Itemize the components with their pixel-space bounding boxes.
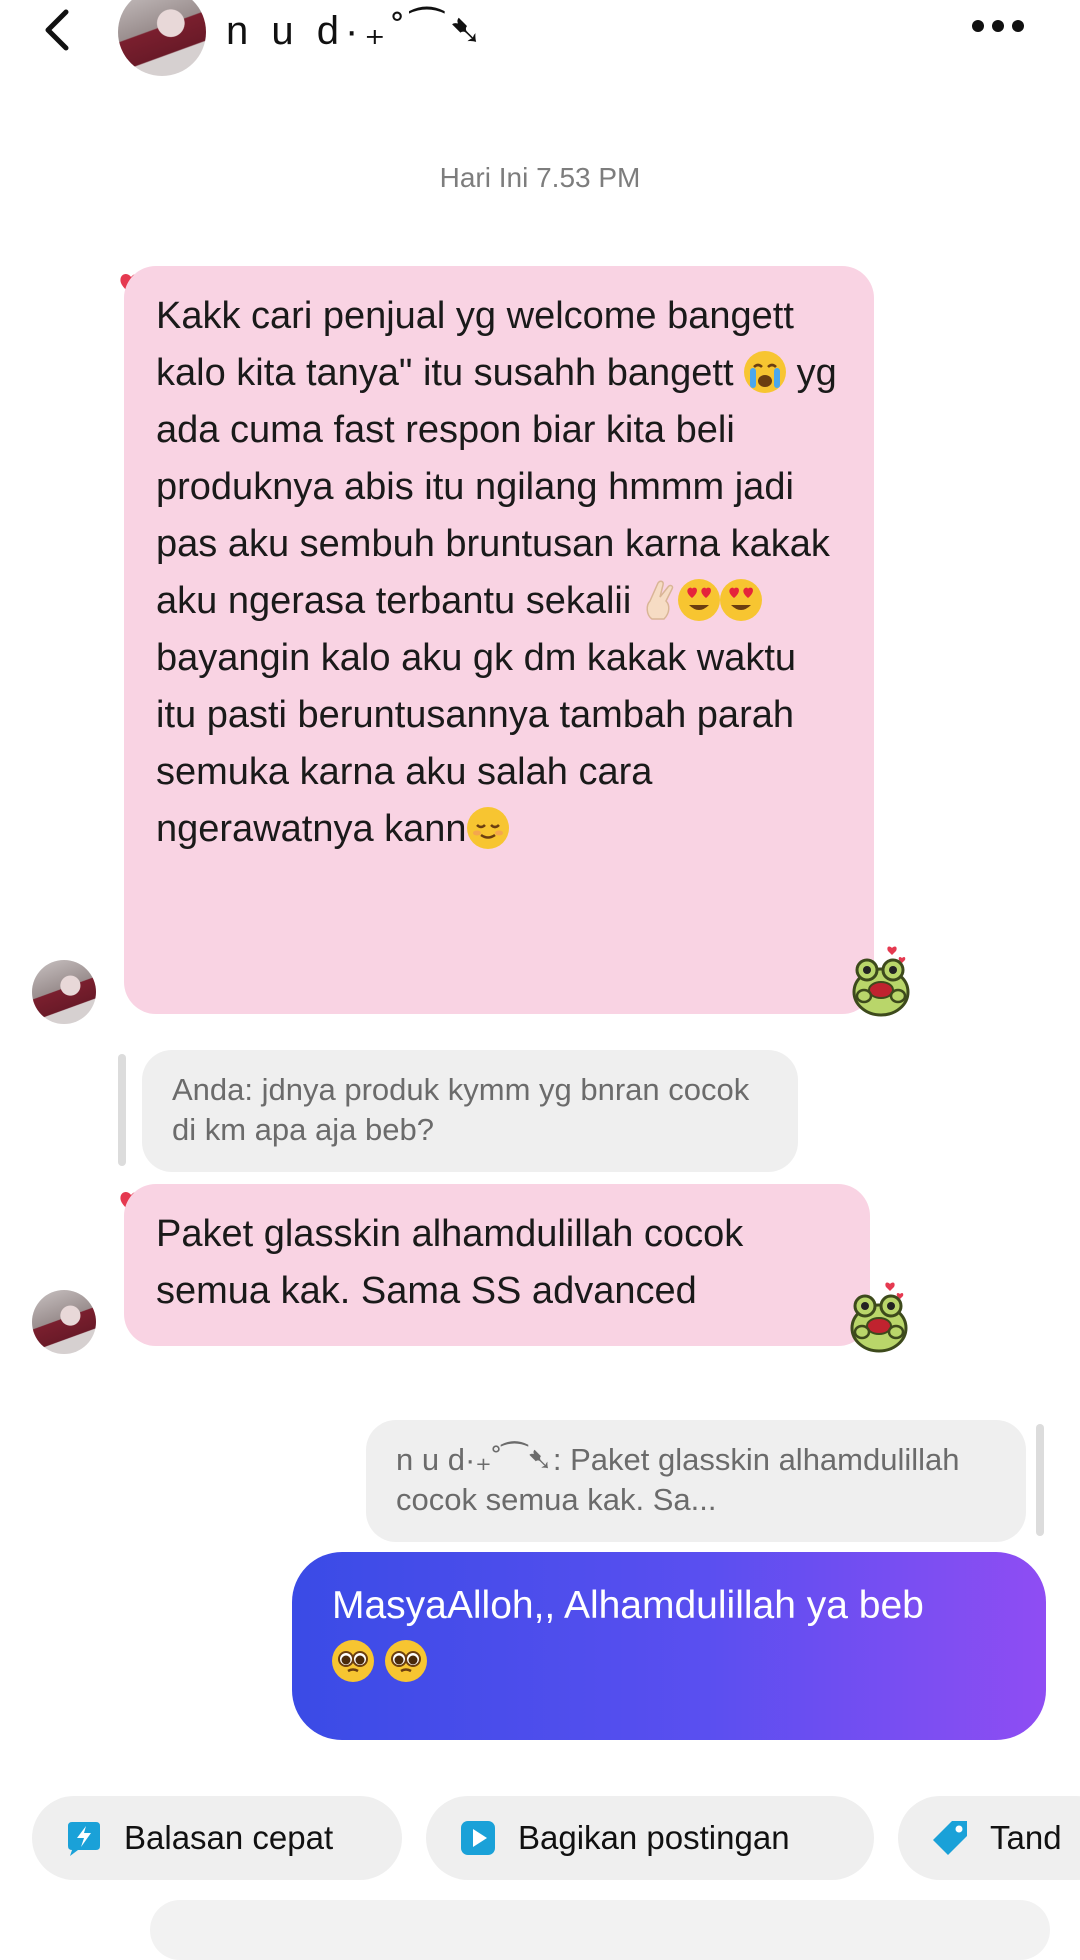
message-text: Kakk cari penjual yg welcome bangett kal…: [156, 295, 794, 394]
reply-indicator-bar: [118, 1054, 126, 1166]
share-post-chip[interactable]: Bagikan postingan: [426, 1796, 874, 1880]
tag-icon: [933, 1821, 967, 1855]
quick-actions-bar: Balasan cepat Bagikan postingan Tand: [0, 1796, 1080, 1880]
quoted-reply[interactable]: Anda: jdnya produk kymm yg bnran cocok d…: [142, 1050, 798, 1172]
loudly-crying-emoji-icon: [744, 351, 787, 393]
incoming-message[interactable]: Kakk cari penjual yg welcome bangett kal…: [124, 266, 874, 1014]
sender-avatar[interactable]: [32, 1290, 96, 1354]
tag-chip[interactable]: Tand: [898, 1796, 1080, 1880]
pleading-face-emoji-icon: [332, 1640, 374, 1682]
reply-indicator-bar: [1036, 1424, 1044, 1536]
lightning-bolt-icon: [68, 1822, 100, 1856]
pleading-face-emoji-icon: [384, 1640, 427, 1682]
quick-reply-chip[interactable]: Balasan cepat: [32, 1796, 402, 1880]
back-chevron-icon[interactable]: [38, 8, 78, 52]
message-input-area[interactable]: [150, 1900, 1050, 1960]
more-options-icon[interactable]: [972, 20, 1032, 34]
quoted-reply[interactable]: n u d·₊˚⁀➷: Paket glasskin alhamdulillah…: [366, 1420, 1026, 1542]
heart-eyes-emoji-icon: [677, 579, 720, 621]
sender-avatar[interactable]: [32, 960, 96, 1024]
chip-label: Tand: [990, 1819, 1062, 1856]
contact-name[interactable]: n u d·₊˚⁀➷: [226, 8, 488, 54]
message-text: Paket glasskin alhamdulillah cocok semua…: [156, 1213, 744, 1312]
play-square-icon: [461, 1821, 495, 1855]
chat-header: n u d·₊˚⁀➷: [0, 0, 1080, 80]
crossed-fingers-hand-icon: [646, 580, 674, 620]
outgoing-message[interactable]: MasyaAlloh,, Alhamdulillah ya beb: [292, 1552, 1046, 1740]
contact-avatar[interactable]: [118, 0, 206, 76]
chip-label: Balasan cepat: [124, 1819, 334, 1856]
heart-eyes-emoji-icon: [719, 579, 762, 621]
frog-sticker-reaction-icon[interactable]: [848, 942, 914, 1018]
incoming-message[interactable]: Paket glasskin alhamdulillah cocok semua…: [124, 1184, 870, 1346]
message-text: MasyaAlloh,, Alhamdulillah ya beb: [332, 1584, 924, 1627]
thread-timestamp: Hari Ini 7.53 PM: [439, 162, 641, 193]
frog-sticker-reaction-icon[interactable]: [846, 1278, 912, 1354]
relieved-face-emoji-icon: [466, 807, 509, 849]
chip-label: Bagikan postingan: [518, 1819, 790, 1856]
